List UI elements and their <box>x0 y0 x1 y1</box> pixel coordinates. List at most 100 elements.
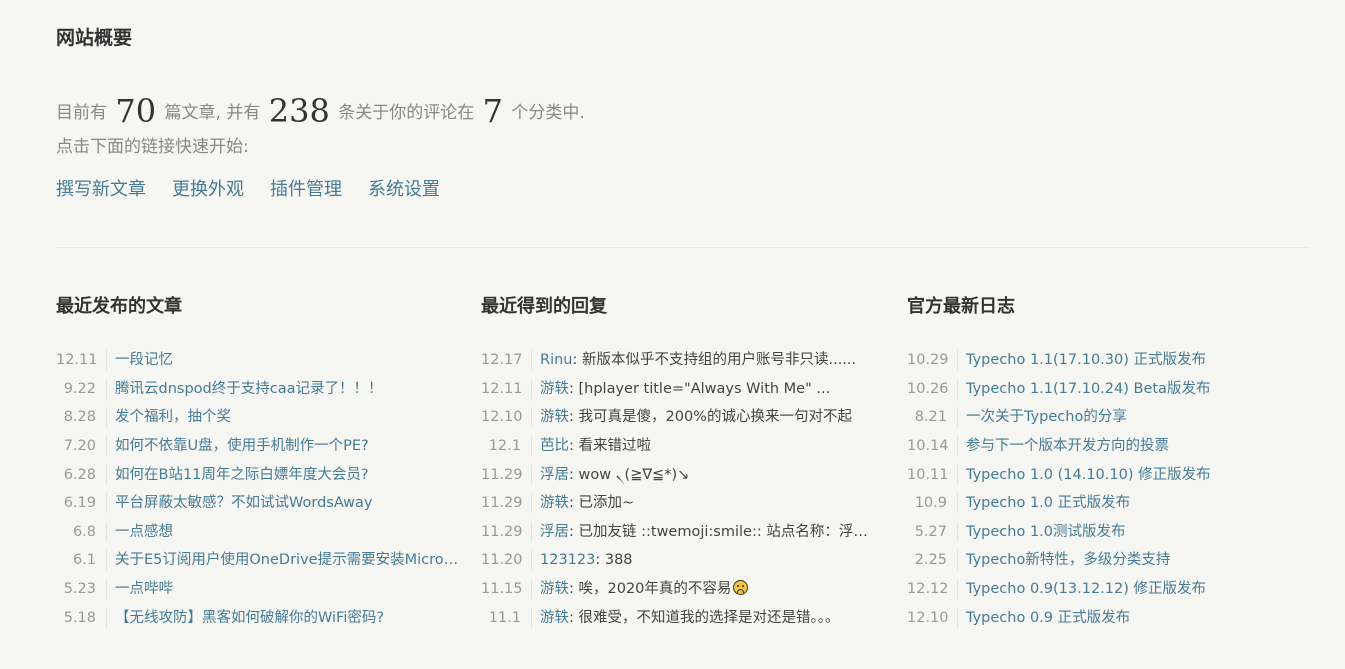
post-date: 6.1 <box>56 550 107 571</box>
log-link[interactable]: Typecho 0.9(13.12.12) 修正版发布 <box>958 579 1206 599</box>
list-item: 11.15 游轶: 唉，2020年真的不容易 <box>481 575 884 604</box>
log-link[interactable]: Typecho新特性，多级分类支持 <box>958 550 1170 570</box>
comment-author-link[interactable]: 123123 <box>540 552 595 568</box>
comment-entry: 123123: 388 <box>532 550 633 570</box>
plugin-manage-link[interactable]: 插件管理 <box>270 179 342 201</box>
comment-separator: : <box>572 352 582 369</box>
post-link[interactable]: 如何在B站11周年之际白嫖年度大会员? <box>107 465 369 485</box>
post-link[interactable]: 如何不依靠U盘，使用手机制作一个PE? <box>107 436 369 456</box>
list-item: 10.26 Typecho 1.1(17.10.24) Beta版发布 <box>907 375 1309 404</box>
comment-author-link[interactable]: 游轶 <box>540 495 569 511</box>
change-theme-link[interactable]: 更换外观 <box>172 179 244 201</box>
post-date: 7.20 <box>56 436 107 457</box>
comment-separator: : <box>569 409 579 426</box>
post-link[interactable]: 腾讯云dnspod终于支持caa记录了！！！ <box>107 379 382 399</box>
list-item: 10.29 Typecho 1.1(17.10.30) 正式版发布 <box>907 346 1309 375</box>
post-date: 9.22 <box>56 378 107 399</box>
log-link[interactable]: Typecho 1.0 (14.10.10) 修正版发布 <box>958 465 1211 485</box>
comment-author-link[interactable]: 游轶 <box>540 381 569 397</box>
quick-links: 撰写新文章 更换外观 插件管理 系统设置 <box>56 179 440 201</box>
list-item: 12.10 Typecho 0.9 正式版发布 <box>907 603 1309 632</box>
comment-separator: : <box>569 523 579 540</box>
comment-separator: : <box>569 380 579 397</box>
comment-entry: 游轶: 我可真是傻，200%的诚心换来一句对不起 <box>532 407 852 427</box>
comment-author-link[interactable]: 浮居 <box>540 467 569 483</box>
list-item: 8.21 一次关于Typecho的分享 <box>907 403 1309 432</box>
list-item: 12.11 游轶: [hplayer title="Always With Me"… <box>481 375 884 404</box>
list-item: 10.14 参与下一个版本开发方向的投票 <box>907 432 1309 461</box>
post-link[interactable]: 发个福利，抽个奖 <box>107 407 231 427</box>
log-link[interactable]: 参与下一个版本开发方向的投票 <box>958 436 1169 456</box>
comment-author-link[interactable]: 芭比 <box>540 438 569 454</box>
system-settings-link[interactable]: 系统设置 <box>368 179 440 201</box>
comment-separator: : <box>595 552 605 569</box>
sad-face-emoji-icon <box>733 580 749 596</box>
post-date: 6.28 <box>56 464 107 485</box>
list-item: 10.9 Typecho 1.0 正式版发布 <box>907 489 1309 518</box>
comment-author-link[interactable]: 游轶 <box>540 581 569 597</box>
comment-text: 看来错过啦 <box>578 438 652 455</box>
comment-text: wow ৲(≧∇≦*)↘ <box>578 466 690 483</box>
official-logs-section: 官方最新日志 10.29 Typecho 1.1(17.10.30) 正式版发布 … <box>907 296 1309 632</box>
post-link[interactable]: 关于E5订阅用户使用OneDrive提示需要安装Microsoft <box>107 550 460 570</box>
list-item: 12.1 芭比: 看来错过啦 <box>481 432 884 461</box>
list-item: 5.27 Typecho 1.0测试版发布 <box>907 518 1309 547</box>
posts-count: 70 <box>115 92 157 130</box>
list-item: 9.22 腾讯云dnspod终于支持caa记录了！！！ <box>56 375 460 404</box>
comment-date: 11.20 <box>481 550 532 571</box>
log-link[interactable]: Typecho 1.1(17.10.24) Beta版发布 <box>958 379 1210 399</box>
list-item: 2.25 Typecho新特性，多级分类支持 <box>907 546 1309 575</box>
comment-author-link[interactable]: Rinu <box>540 352 572 368</box>
list-item: 11.29 游轶: 已添加~ <box>481 489 884 518</box>
list-item: 5.18 【无线攻防】黑客如何破解你的WiFi密码? <box>56 603 460 632</box>
comment-entry: 芭比: 看来错过啦 <box>532 436 651 456</box>
comment-text: 388 <box>604 552 633 569</box>
log-link[interactable]: 一次关于Typecho的分享 <box>958 407 1127 427</box>
list-item: 11.29 浮居: wow ৲(≧∇≦*)↘ <box>481 460 884 489</box>
log-date: 8.21 <box>907 407 958 428</box>
log-date: 10.9 <box>907 493 958 514</box>
post-link[interactable]: 一点感想 <box>107 522 173 542</box>
comment-text: 唉，2020年真的不容易 <box>578 581 732 598</box>
comment-date: 11.29 <box>481 464 532 485</box>
comment-text: 已添加~ <box>578 495 635 512</box>
log-date: 5.27 <box>907 521 958 542</box>
log-link[interactable]: Typecho 1.0测试版发布 <box>958 522 1126 542</box>
list-item: 12.17 Rinu: 新版本似乎不支持组的用户账号非只读...... <box>481 346 884 375</box>
write-post-link[interactable]: 撰写新文章 <box>56 179 146 201</box>
comment-date: 12.11 <box>481 378 532 399</box>
comment-text: 很难受，不知道我的选择是对还是错。。。 <box>578 609 840 626</box>
post-link[interactable]: 平台屏蔽太敏感？不如试试WordsAway <box>107 493 372 513</box>
posts-suffix: 篇文章, 并有 <box>164 103 261 123</box>
list-item: 11.29 浮居: 已加友链 ::twemoji:smile:: 站点名称：浮居的… <box>481 518 884 547</box>
post-link[interactable]: 一点哔哔 <box>107 579 173 599</box>
post-link[interactable]: 【无线攻防】黑客如何破解你的WiFi密码? <box>107 608 384 628</box>
log-link[interactable]: Typecho 1.0 正式版发布 <box>958 493 1130 513</box>
recent-posts-title: 最近发布的文章 <box>56 296 182 317</box>
recent-comments-title: 最近得到的回复 <box>481 296 607 317</box>
log-date: 2.25 <box>907 550 958 571</box>
log-link[interactable]: Typecho 1.1(17.10.30) 正式版发布 <box>958 350 1206 370</box>
log-link[interactable]: Typecho 0.9 正式版发布 <box>958 608 1130 628</box>
comment-date: 12.17 <box>481 350 532 371</box>
comment-date: 12.10 <box>481 407 532 428</box>
comment-entry: 游轶: [hplayer title="Always With Me" ... <box>532 379 830 399</box>
comment-author-link[interactable]: 游轶 <box>540 409 569 425</box>
list-item: 11.20 123123: 388 <box>481 546 884 575</box>
comment-date: 11.29 <box>481 493 532 514</box>
post-link[interactable]: 一段记忆 <box>107 350 173 370</box>
list-item: 12.10 游轶: 我可真是傻，200%的诚心换来一句对不起 <box>481 403 884 432</box>
recent-posts-list: 12.11 一段记忆 9.22 腾讯云dnspod终于支持caa记录了！！！ 8.2… <box>56 346 460 632</box>
comment-entry: 浮居: wow ৲(≧∇≦*)↘ <box>532 465 689 485</box>
log-date: 10.26 <box>907 378 958 399</box>
comment-separator: : <box>569 466 579 483</box>
log-date: 12.10 <box>907 607 958 628</box>
comment-author-link[interactable]: 游轶 <box>540 610 569 626</box>
post-date: 6.8 <box>56 521 107 542</box>
comment-date: 11.29 <box>481 521 532 542</box>
comment-text: 我可真是傻，200%的诚心换来一句对不起 <box>578 409 852 426</box>
recent-posts-section: 最近发布的文章 12.11 一段记忆 9.22 腾讯云dnspod终于支持caa记录… <box>56 296 460 632</box>
section-divider <box>56 247 1309 248</box>
comment-author-link[interactable]: 浮居 <box>540 524 569 540</box>
page-title: 网站概要 <box>56 27 133 49</box>
